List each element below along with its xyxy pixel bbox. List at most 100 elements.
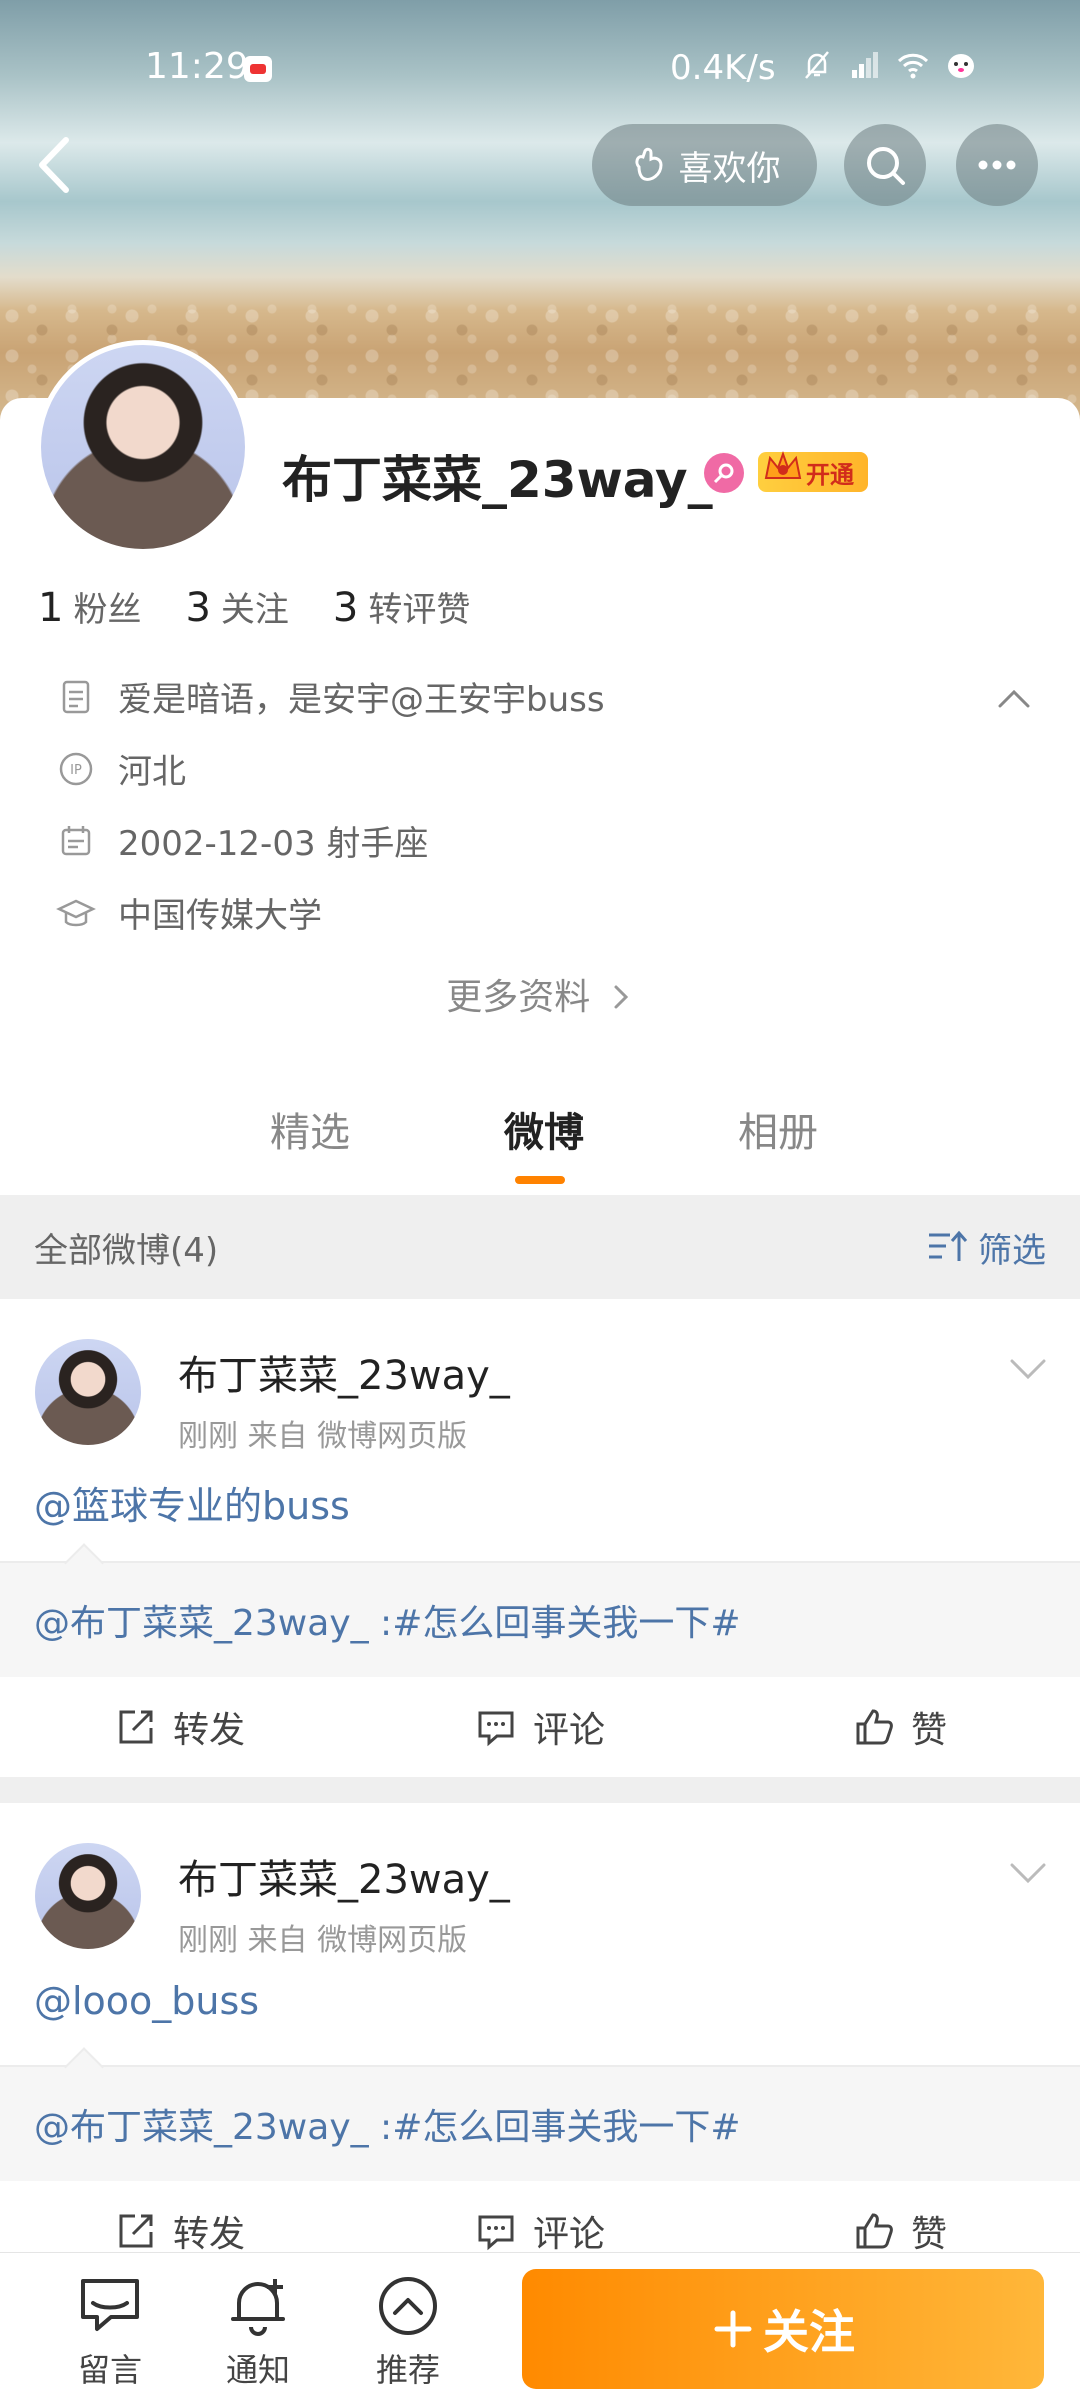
profile-tabs: 精选 微博 相册 [0, 1100, 1080, 1190]
avatar[interactable] [36, 340, 250, 554]
recommend-label: 推荐 [375, 2351, 440, 2389]
post-actions: 转发 评论 赞 [0, 1677, 1080, 1777]
network-speed: 0.4K/s [670, 48, 776, 88]
stat-fans-label: 粉丝 [73, 590, 142, 630]
location-row: IP 河北 [56, 744, 186, 793]
more-info-label: 更多资料 [446, 977, 591, 1018]
wifi-icon [897, 53, 929, 79]
repost-content[interactable]: @布丁菜菜_23way_ :#怎么回事关我一下# [0, 2065, 1080, 2181]
chevron-down-icon[interactable] [1006, 1851, 1050, 1895]
tab-featured[interactable]: 精选 [270, 1100, 350, 1158]
chevron-up-circle-icon [379, 2277, 437, 2335]
bio-text: 爱是暗语，是安宇@王安宇buss [118, 680, 605, 720]
profile-username: 布丁菜菜_23way_ [282, 451, 713, 509]
stat-fans[interactable]: 1 粉丝 [38, 582, 141, 631]
stat-interactions-label: 转评赞 [368, 590, 471, 630]
repost-button[interactable]: 转发 [0, 2205, 360, 2257]
chevron-down-icon[interactable] [1006, 1347, 1050, 1391]
stat-following-label: 关注 [220, 590, 289, 630]
like-label: 赞 [910, 1710, 947, 1751]
more-button[interactable] [956, 124, 1038, 206]
profile-stats: 1 粉丝 3 关注 3 转评赞 [38, 582, 470, 631]
repost-content[interactable]: @布丁菜菜_23way_ :#怎么回事关我一下# [0, 1561, 1080, 1677]
school-text: 中国传媒大学 [118, 896, 322, 936]
thumbs-up-icon [856, 1709, 893, 1745]
chevron-up-icon[interactable] [992, 678, 1036, 722]
fan-badge-icon[interactable] [704, 453, 744, 493]
recommend-button[interactable]: 推荐 [348, 2273, 468, 2391]
calendar-icon [61, 825, 91, 855]
location-text: 河北 [118, 752, 186, 792]
chevron-left-icon [39, 137, 69, 193]
hand-heart-icon [634, 147, 663, 181]
bell-muted-icon [805, 51, 829, 79]
repost-text: @布丁菜菜_23way_ :#怎么回事关我一下# [34, 1603, 741, 1644]
comment-button[interactable]: 评论 [360, 1701, 720, 1753]
vip-open-badge[interactable]: 开通 [758, 451, 868, 492]
notify-button[interactable]: 通知 [198, 2273, 318, 2391]
birthday-text: 2002-12-03 射手座 [118, 824, 429, 864]
repost-button[interactable]: 转发 [0, 1701, 360, 1753]
status-time: 11:29 [145, 46, 249, 87]
more-dots-icon [978, 160, 1016, 170]
comment-icon [478, 2215, 514, 2251]
tab-weibo[interactable]: 微博 [504, 1100, 584, 1158]
follow-label: 关注 [763, 2305, 855, 2359]
message-icon [81, 2279, 139, 2331]
post-author[interactable]: 布丁菜菜_23way_ [178, 1847, 510, 1905]
like-label: 赞 [910, 2214, 947, 2255]
stat-following[interactable]: 3 关注 [185, 582, 288, 631]
feed-filter-bar: 全部微博(4) 筛选 [0, 1195, 1080, 1299]
filter-button[interactable]: 筛选 [926, 1223, 1046, 1272]
battery-mascot-icon [948, 54, 974, 78]
signal-icon [852, 52, 878, 78]
birthday-row: 2002-12-03 射手座 [56, 816, 428, 865]
comment-label: 评论 [532, 1710, 605, 1751]
repost-label: 转发 [172, 1710, 245, 1751]
comment-button[interactable]: 评论 [360, 2205, 720, 2257]
stat-interactions[interactable]: 3 转评赞 [333, 582, 470, 631]
post-avatar[interactable] [35, 1339, 141, 1445]
post-text[interactable]: @looo_buss [34, 1979, 259, 2023]
bio-row: 爱是暗语，是安宇@王安宇buss [56, 672, 605, 721]
like-button[interactable]: 赞 [720, 1701, 1080, 1753]
filter-sort-icon [929, 1230, 968, 1261]
svg-text:IP: IP [70, 763, 82, 778]
post-text[interactable]: @篮球专业的buss [34, 1475, 350, 1530]
post-meta: 刚刚 来自 微博网页版 [178, 1923, 468, 1958]
more-info-link[interactable]: 更多资料 [0, 968, 1080, 1020]
post-avatar[interactable] [35, 1843, 141, 1949]
notify-label: 通知 [225, 2351, 290, 2389]
feed-post[interactable]: 布丁菜菜_23way_ 刚刚 来自 微博网页版 @篮球专业的buss @布丁菜菜… [0, 1299, 1080, 1777]
post-meta: 刚刚 来自 微博网页版 [178, 1419, 468, 1454]
thumbs-up-icon [856, 2213, 893, 2249]
search-button[interactable] [844, 124, 926, 206]
crown-icon [764, 451, 802, 479]
stat-fans-num: 1 [38, 585, 64, 631]
status-bar: 11:29 0.4K/s [0, 40, 1080, 100]
ip-location-icon: IP [59, 752, 93, 785]
search-icon [867, 147, 905, 185]
follow-button[interactable]: 关注 [522, 2269, 1044, 2389]
vip-open-label: 开通 [806, 460, 854, 489]
comment-icon [478, 1711, 514, 1747]
tab-album[interactable]: 相册 [738, 1100, 818, 1158]
filter-label: 筛选 [978, 1230, 1046, 1271]
graduation-cap-icon [56, 899, 96, 926]
feed-post[interactable]: 布丁菜菜_23way_ 刚刚 来自 微博网页版 @looo_buss @布丁菜菜… [0, 1803, 1080, 2255]
document-icon [62, 680, 90, 713]
like-you-label: 喜欢你 [678, 148, 781, 189]
bottom-action-bar: 留言 通知 推荐 关注 [0, 2252, 1080, 2400]
chevron-right-icon [614, 985, 628, 1009]
share-icon [119, 1710, 153, 1744]
post-divider [0, 1777, 1080, 1803]
like-you-button[interactable]: 喜欢你 [592, 124, 817, 206]
comment-label: 评论 [532, 2214, 605, 2255]
post-author[interactable]: 布丁菜菜_23way_ [178, 1343, 510, 1401]
back-button[interactable] [30, 130, 80, 200]
school-row: 中国传媒大学 [56, 888, 322, 937]
message-button[interactable]: 留言 [50, 2273, 170, 2391]
repost-label: 转发 [172, 2214, 245, 2255]
like-button[interactable]: 赞 [720, 2205, 1080, 2257]
share-icon [119, 2214, 153, 2248]
